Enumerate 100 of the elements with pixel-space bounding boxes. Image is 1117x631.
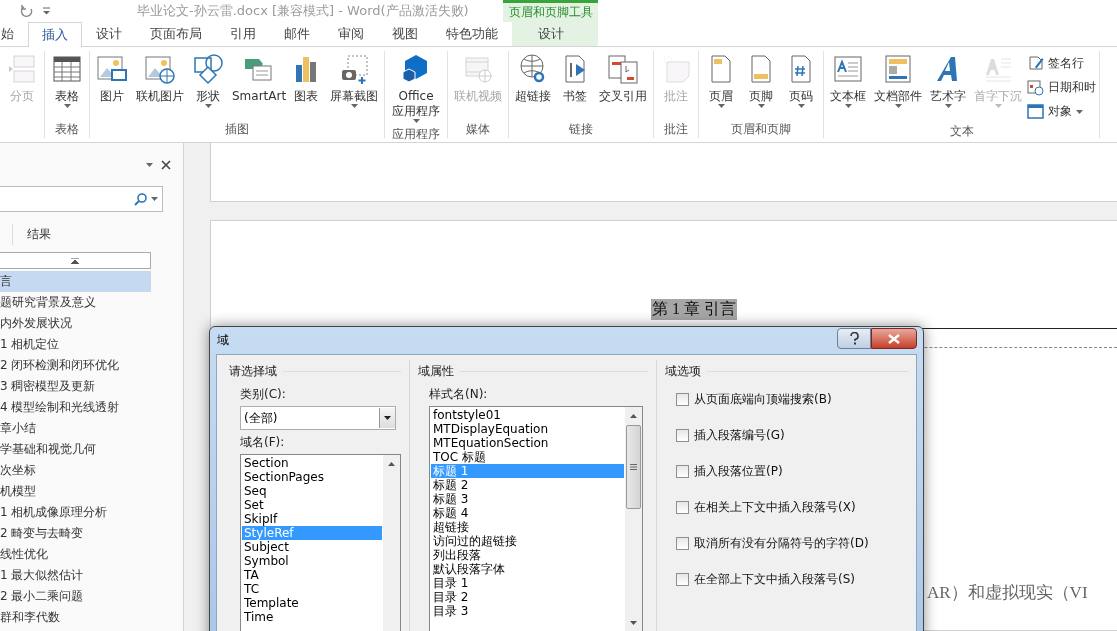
list-item[interactable]: Section xyxy=(242,456,382,470)
ribbon-button[interactable]: 页码 xyxy=(782,51,820,120)
ribbon-button[interactable]: SmartArt xyxy=(229,51,285,120)
list-item[interactable]: 目录 1 xyxy=(431,576,624,590)
ribbon-button[interactable]: 联机图片 xyxy=(133,51,187,120)
help-icon xyxy=(849,332,859,345)
caret-icon xyxy=(384,416,391,420)
customize-icon[interactable] xyxy=(42,7,51,15)
help-button[interactable] xyxy=(837,328,871,349)
ribbon-button[interactable]: 页眉 xyxy=(702,51,740,120)
ribbon-button[interactable]: 文档部件 xyxy=(871,51,925,122)
close-icon[interactable] xyxy=(161,159,171,170)
dialog-title: 域 xyxy=(217,332,229,349)
ribbon-button[interactable]: 日期和时 xyxy=(1027,77,1096,98)
heading-item[interactable]: 线性优化 xyxy=(0,544,151,565)
up-arrow-icon xyxy=(630,413,637,418)
list-item[interactable]: Symbol xyxy=(242,554,382,568)
search-field[interactable] xyxy=(0,186,163,212)
style-name-list[interactable]: fontstyle01 MTDisplayEquation MTEquationSection TOC 标题 标题 1 标题 2 标题 3 标题 4 超链接 访问过的超链接 列出段落 默认段落字体 目录 1 目录 2 目录 3 xyxy=(429,406,643,631)
heading-item[interactable]: 言 xyxy=(0,271,151,292)
ribbon-button[interactable]: 表格 xyxy=(48,51,86,120)
ribbon-button[interactable]: 书签 xyxy=(556,51,594,120)
list-item[interactable]: Subject xyxy=(242,540,382,554)
ribbon-button[interactable]: 文本框 xyxy=(827,51,869,122)
ribbon-button[interactable]: 图片 xyxy=(93,51,131,120)
checkbox[interactable] xyxy=(676,393,689,406)
list-item[interactable]: SkipIf xyxy=(242,512,382,526)
heading-item[interactable]: 1 最大似然估计 xyxy=(0,565,151,586)
checkbox[interactable] xyxy=(676,573,689,586)
list-item[interactable]: 目录 2 xyxy=(431,590,624,604)
ribbon-button[interactable]: 艺术字 xyxy=(927,51,969,122)
heading-item[interactable]: 群和李代数 xyxy=(0,607,151,628)
page-break-icon xyxy=(6,53,38,85)
heading-item[interactable]: 题研究背景及意义 xyxy=(0,292,151,313)
online-picture-icon xyxy=(144,53,176,85)
list-item[interactable]: TOC 标题 xyxy=(431,450,624,464)
heading-item[interactable]: 2 闭环检测和闭环优化 xyxy=(0,355,151,376)
list-item[interactable]: 标题 4 xyxy=(431,506,624,520)
list-item[interactable]: 超链接 xyxy=(431,520,624,534)
heading-item[interactable]: 2 畸变与去畸变 xyxy=(0,523,151,544)
list-item[interactable]: 列出段落 xyxy=(431,548,624,562)
heading-item[interactable]: 2 最小二乘问题 xyxy=(0,586,151,607)
option-label: 取消所有没有分隔符号的字符(D) xyxy=(694,535,869,552)
heading-item[interactable]: 学基础和视觉几何 xyxy=(0,439,151,460)
checkbox[interactable] xyxy=(676,537,689,550)
checkbox[interactable] xyxy=(676,465,689,478)
scrollbar[interactable] xyxy=(625,407,642,631)
list-item[interactable]: SectionPages xyxy=(242,470,382,484)
group-label: 表格 xyxy=(54,121,80,138)
pane-tab[interactable]: 结果 xyxy=(12,223,65,245)
list-item[interactable]: 访问过的超链接 xyxy=(431,534,624,548)
heading-item[interactable]: 次坐标 xyxy=(0,460,151,481)
search-icon xyxy=(134,192,147,206)
ribbon-tab[interactable]: 设计 xyxy=(523,21,578,46)
field-name-list[interactable]: Section SectionPages Seq Set SkipIf StyleRef Subject Symbol TA TC Template Time xyxy=(240,454,401,631)
list-item[interactable]: Set xyxy=(242,498,382,512)
list-item[interactable]: 目录 3 xyxy=(431,604,624,618)
section-heading: 域属性 xyxy=(418,362,454,380)
heading-item[interactable]: 1 相机定位 xyxy=(0,334,151,355)
list-item[interactable]: MTEquationSection xyxy=(431,436,624,450)
ribbon-button[interactable]: 屏幕截图 xyxy=(327,51,381,120)
heading-item[interactable]: 机模型 xyxy=(0,481,151,502)
table-icon xyxy=(51,53,83,85)
document-parts-icon xyxy=(882,53,914,85)
group-label: 应用程序 xyxy=(391,126,441,143)
heading-item[interactable]: 3 稠密模型及更新 xyxy=(0,376,151,397)
ribbon-button[interactable]: 图表 xyxy=(287,51,325,120)
ribbon-button[interactable]: 页脚 xyxy=(742,51,780,120)
checkbox[interactable] xyxy=(676,429,689,442)
list-item[interactable]: TC xyxy=(242,582,382,596)
ribbon-button[interactable]: 交叉引用 xyxy=(596,51,650,120)
ribbon-button[interactable]: 对象 xyxy=(1027,101,1096,122)
category-dropdown[interactable]: (全部) xyxy=(240,406,396,430)
list-item[interactable]: Seq xyxy=(242,484,382,498)
checkbox[interactable] xyxy=(676,501,689,514)
ribbon-button[interactable]: 超链接 xyxy=(512,51,554,120)
list-item[interactable]: TA xyxy=(242,568,382,582)
ribbon-button[interactable]: 形状 xyxy=(189,51,227,120)
heading-item[interactable]: 4 模型绘制和光线透射 xyxy=(0,397,151,418)
up-arrow-icon xyxy=(388,461,395,466)
close-button[interactable] xyxy=(871,328,917,349)
ribbon-button[interactable]: 签名行 xyxy=(1027,53,1096,74)
field-label: 样式名(N): xyxy=(429,386,489,403)
list-item[interactable]: 标题 2 xyxy=(431,478,624,492)
heading-item[interactable]: 1 相机成像原理分析 xyxy=(0,502,151,523)
list-item[interactable]: fontstyle01 xyxy=(431,408,624,422)
list-item[interactable]: 默认段落字体 xyxy=(431,562,624,576)
ribbon-button[interactable]: Office 应用程序 xyxy=(388,51,444,125)
signature-icon xyxy=(1027,55,1044,72)
ribbon-tab[interactable]: 插入 xyxy=(28,22,82,47)
list-item[interactable]: Template xyxy=(242,596,382,610)
field-label: 类别(C): xyxy=(240,386,287,403)
list-item[interactable]: 标题 3 xyxy=(431,492,624,506)
group-label: 文本 xyxy=(948,123,975,140)
heading-item[interactable]: 内外发展状况 xyxy=(0,313,151,334)
redo-icon[interactable] xyxy=(20,4,34,18)
calendar-clock-icon xyxy=(1027,79,1044,96)
list-item[interactable]: MTDisplayEquation xyxy=(431,422,624,436)
heading-item[interactable]: 章小结 xyxy=(0,418,151,439)
list-item[interactable]: Time xyxy=(242,610,382,624)
